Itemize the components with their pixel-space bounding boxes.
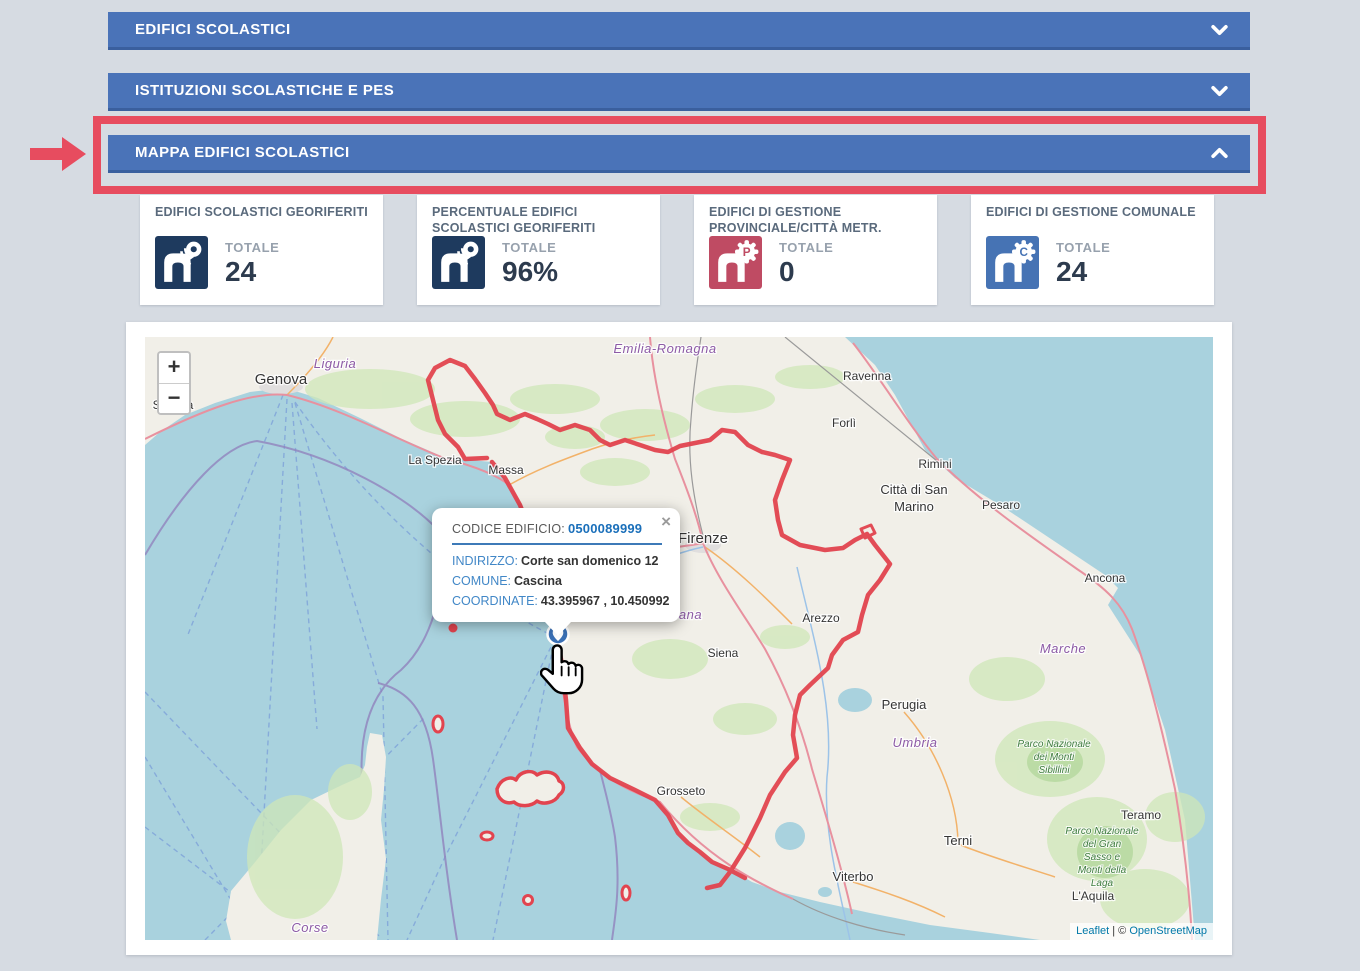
map-label: Città di San [880,482,947,497]
popup-field-indirizzo: INDIRIZZO:Corte san domenico 12 [452,554,662,568]
totale-label: TOTALE [1056,240,1110,255]
map-label: Arezzo [802,611,840,625]
stat-card-title: PERCENTUALE EDIFICI SCOLASTICI GEORIFERI… [417,195,660,236]
map-label: Forlì [832,416,856,430]
map-label: Sibillini [1038,765,1070,776]
accordion-label: ISTITUZIONI SCOLASTICHE E PES [135,82,394,99]
svg-text:P: P [743,246,751,259]
totale-label: TOTALE [502,240,558,255]
map-label: Teramo [1121,808,1161,822]
stat-value: 0 [779,256,833,288]
map-label: Laga [1091,878,1114,889]
stat-card-gestione-comunale: EDIFICI DI GESTIONE COMUNALE C TOTALE 24 [971,195,1214,305]
popup-code-label: CODICE EDIFICIO: [452,522,565,536]
map-label: dei Monti [1034,752,1075,763]
map-label: Firenze [678,530,728,547]
map-label: Siena [708,646,739,660]
map-label: Genova [255,371,308,388]
stat-card-title: EDIFICI DI GESTIONE COMUNALE [971,195,1214,221]
map-label: Marche [1040,641,1086,656]
stat-value: 24 [1056,256,1110,288]
building-gear-icon: C [986,236,1039,289]
map-label: Parco Nazionale [1065,826,1139,837]
map-attribution: Leaflet | © OpenStreetMap [1070,923,1213,940]
leaflet-link[interactable]: Leaflet [1076,925,1109,937]
zoom-out-button[interactable]: − [159,383,189,413]
map-label: Ancona [1085,571,1126,585]
map-label: Terni [944,833,972,848]
popup-field-comune: COMUNE:Cascina [452,574,662,588]
chevron-down-icon [1211,85,1228,96]
map-label: Marino [894,499,934,514]
chevron-down-icon [1211,24,1228,35]
map-label: Umbria [893,735,938,750]
annotation-arrow-icon [30,137,86,171]
attribution-separator: | © [1109,925,1129,937]
map-label: Corse [291,920,328,935]
stat-card-georiferiti: EDIFICI SCOLASTICI GEORIFERITI TOTALE 24 [140,195,383,305]
openstreetmap-link[interactable]: OpenStreetMap [1129,925,1207,937]
popup-field-coordinate: COORDINATE:43.395967 , 10.450992 [452,594,662,608]
leaflet-map[interactable]: LiguriaEmilia-RomagnaToscanaUmbriaMarche… [145,337,1213,940]
map-label: Sasso e [1084,852,1121,863]
accordion-istituzioni-scolastiche[interactable]: ISTITUZIONI SCOLASTICHE E PES [108,73,1250,111]
map-label: del Gran [1083,839,1122,850]
zoom-in-button[interactable]: + [159,353,189,383]
map-label: Pesaro [982,498,1020,512]
map-label: Massa [488,463,524,477]
svg-text:C: C [1019,246,1028,259]
stat-card-gestione-provinciale: EDIFICI DI GESTIONE PROVINCIALE/CITTÀ ME… [694,195,937,305]
building-location-pin-icon [432,236,485,289]
chevron-up-icon [1211,147,1228,158]
map-canvas: LiguriaEmilia-RomagnaToscanaUmbriaMarche… [145,337,1213,940]
popup-divider [452,543,662,545]
stat-card-title: EDIFICI SCOLASTICI GEORIFERITI [140,195,383,221]
accordion-edifici-scolastici[interactable]: EDIFICI SCOLASTICI [108,12,1250,50]
stat-card-title: EDIFICI DI GESTIONE PROVINCIALE/CITTÀ ME… [694,195,937,236]
map-label: Liguria [314,356,357,371]
stat-value: 96% [502,256,558,288]
popup-tail [545,622,571,636]
totale-label: TOTALE [779,240,833,255]
map-label: Ravenna [843,369,891,383]
accordion-mappa-edifici-scolastici[interactable]: MAPPA EDIFICI SCOLASTICI [108,135,1250,173]
popup-close-icon[interactable]: × [661,513,671,530]
map-zoom-control: + − [157,351,191,415]
stat-value: 24 [225,256,279,288]
popup-code-value[interactable]: 0500089999 [568,521,642,536]
accordion-label: EDIFICI SCOLASTICI [135,21,291,38]
building-location-pin-icon [155,236,208,289]
totale-label: TOTALE [225,240,279,255]
hand-cursor-icon [540,643,586,701]
map-label: Rimini [918,457,951,471]
building-popup: × CODICE EDIFICIO:0500089999 INDIRIZZO:C… [432,508,680,622]
map-label: L'Aquila [1072,889,1115,903]
map-label: Perugia [882,697,928,712]
accordion-label: MAPPA EDIFICI SCOLASTICI [135,144,350,161]
map-label: Monti della [1078,865,1127,876]
map-label: Emilia-Romagna [613,341,716,356]
map-label: La Spezia [408,453,462,467]
map-label: Viterbo [833,869,874,884]
stat-card-percentuale-georiferiti: PERCENTUALE EDIFICI SCOLASTICI GEORIFERI… [417,195,660,305]
map-label: Grosseto [657,784,706,798]
map-label: Parco Nazionale [1017,739,1091,750]
building-gear-icon: P [709,236,762,289]
